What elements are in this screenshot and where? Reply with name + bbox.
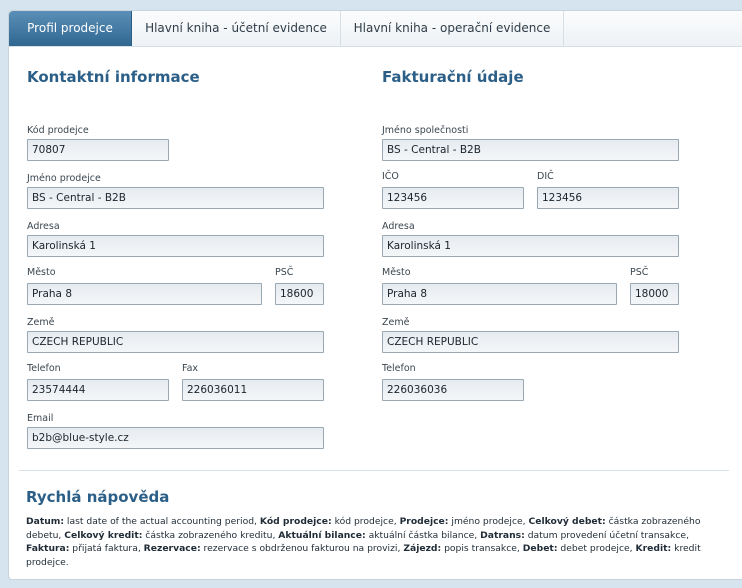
billing-country-label: Země	[382, 317, 410, 328]
section-divider	[19, 470, 729, 471]
help-description: kód prodejce,	[331, 516, 400, 527]
tab-bar: Profil prodejce Hlavní kniha - účetní ev…	[9, 11, 742, 47]
seller-code-field[interactable]	[27, 139, 169, 161]
billing-phone-field[interactable]	[382, 379, 524, 401]
billing-city-label: Město	[382, 267, 411, 278]
help-term: Prodejce:	[399, 516, 449, 527]
help-term: Datrans:	[480, 529, 525, 541]
company-name-field[interactable]	[382, 139, 679, 161]
tab-ledger-accounting[interactable]: Hlavní kniha - účetní evidence	[132, 11, 341, 46]
contact-email-label: Email	[27, 413, 54, 424]
help-description: aktuální částka bilance,	[365, 529, 481, 541]
help-description: jméno prodejce,	[448, 516, 529, 527]
contact-country-field[interactable]	[27, 331, 324, 353]
contact-email-field[interactable]	[27, 427, 324, 449]
help-description: rezervace s obdrženou fakturou na proviz…	[200, 543, 404, 554]
billing-address-label: Adresa	[382, 221, 415, 232]
help-term: Kredit:	[635, 543, 672, 554]
contact-address-label: Adresa	[27, 221, 60, 232]
billing-address-field[interactable]	[382, 235, 679, 257]
help-term: Kód prodejce:	[259, 516, 332, 527]
quick-help-text: Datum: last date of the actual accountin…	[26, 515, 732, 569]
contact-zip-label: PSČ	[275, 267, 294, 278]
billing-zip-label: PSČ	[630, 267, 649, 278]
quick-help-title: Rychlá nápověda	[26, 488, 170, 506]
contact-country-label: Země	[27, 317, 55, 328]
help-description: debet prodejce,	[557, 543, 636, 554]
contact-section-title: Kontaktní informace	[27, 68, 200, 86]
help-description: last date of the actual accounting perio…	[64, 516, 260, 527]
billing-country-field[interactable]	[382, 331, 679, 353]
contact-phone-field[interactable]	[27, 379, 169, 401]
help-description: datum provedení účetní transakce,	[524, 529, 689, 541]
contact-phone-label: Telefon	[27, 363, 61, 374]
help-term: Aktuální bilance:	[278, 529, 366, 541]
dic-label: DIČ	[537, 171, 554, 182]
help-description: částka zobrazeného kreditu,	[142, 529, 279, 541]
ico-field[interactable]	[382, 187, 524, 209]
dic-field[interactable]	[537, 187, 679, 209]
contact-fax-label: Fax	[182, 363, 199, 374]
seller-code-label: Kód prodejce	[27, 125, 89, 136]
contact-zip-field[interactable]	[275, 283, 324, 305]
help-term: Celkový kredit:	[64, 529, 143, 541]
help-term: Rezervace:	[143, 543, 201, 554]
help-description: popis transakce,	[441, 543, 523, 554]
help-term: Celkový debet:	[528, 516, 606, 527]
contact-city-label: Město	[27, 267, 56, 278]
contact-city-field[interactable]	[27, 283, 262, 305]
seller-profile-panel: Profil prodejce Hlavní kniha - účetní ev…	[8, 10, 742, 580]
help-term: Datum:	[26, 516, 65, 527]
help-term: Faktura:	[26, 543, 70, 554]
contact-fax-field[interactable]	[182, 379, 324, 401]
ico-label: IČO	[382, 171, 399, 182]
billing-section-title: Fakturační údaje	[382, 68, 524, 86]
billing-phone-label: Telefon	[382, 363, 416, 374]
tab-seller-profile[interactable]: Profil prodejce	[9, 11, 132, 46]
company-name-label: Jméno společnosti	[382, 125, 469, 136]
seller-name-field[interactable]	[27, 187, 324, 209]
billing-city-field[interactable]	[382, 283, 617, 305]
help-description: přijatá faktura,	[69, 543, 144, 554]
seller-name-label: Jméno prodejce	[27, 173, 101, 184]
contact-address-field[interactable]	[27, 235, 324, 257]
help-term: Zájezd:	[403, 543, 442, 554]
billing-zip-field[interactable]	[630, 283, 679, 305]
help-term: Debet:	[522, 543, 558, 554]
tab-ledger-operational[interactable]: Hlavní kniha - operační evidence	[341, 11, 564, 46]
